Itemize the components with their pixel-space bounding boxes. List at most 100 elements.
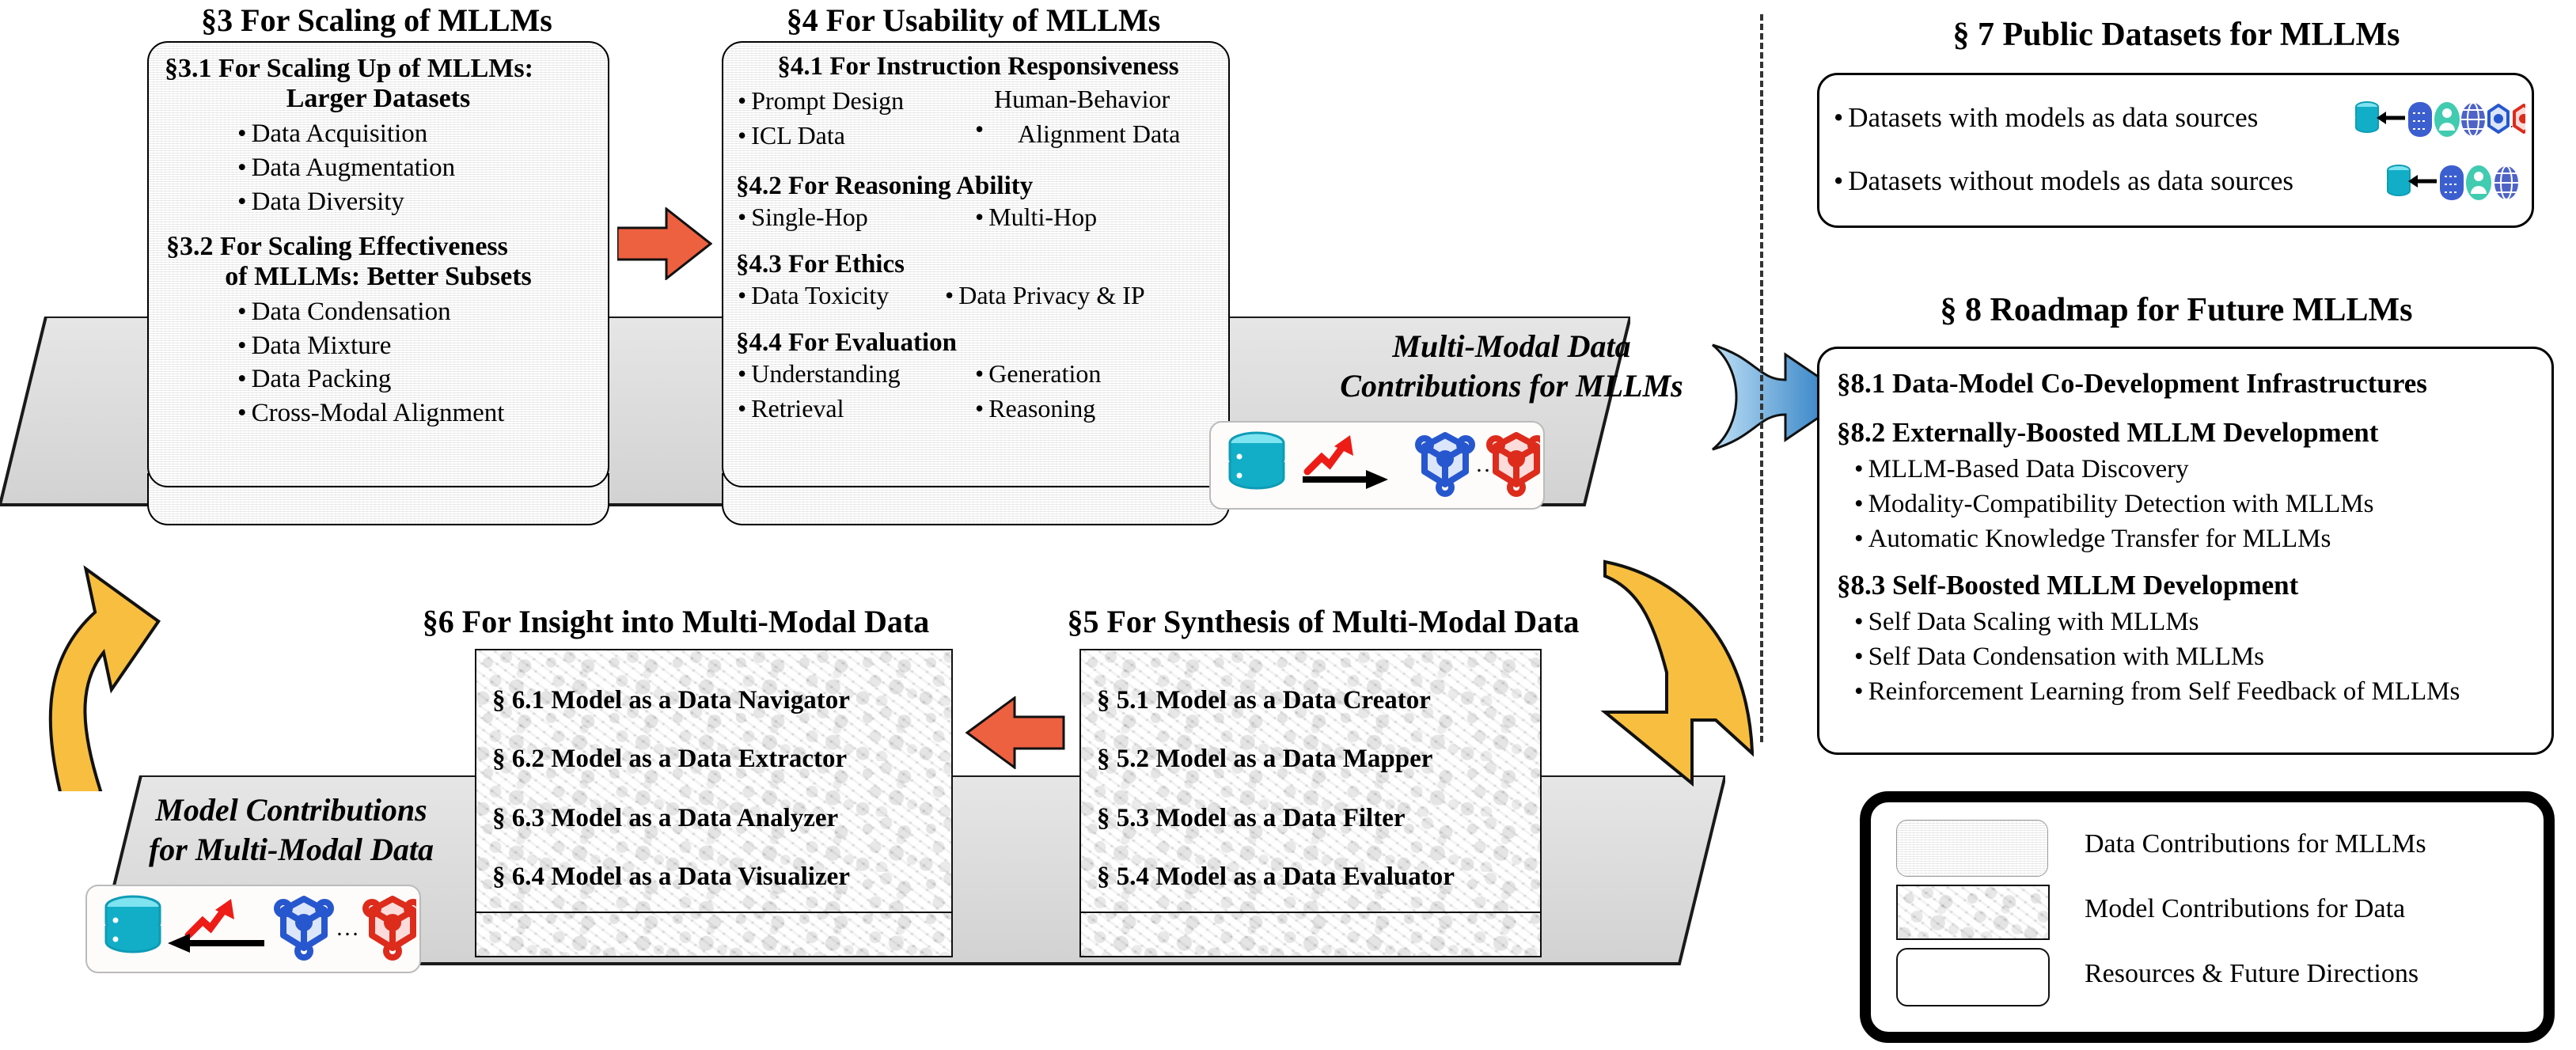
section-6-panel: § 6.1 Model as a Data Navigator § 6.2 Mo… <box>475 649 953 913</box>
legend-label-1: Model Contributions for Data <box>2085 894 2406 923</box>
database-icon <box>2355 101 2379 133</box>
top-band-label-line2: Contributions for MLLMs <box>1340 368 1683 404</box>
list-item: § 6.3 Model as a Data Analyzer <box>492 803 839 832</box>
s4-human-behavior-line1: Human-Behavior <box>994 85 1170 113</box>
s8-sub2-list: MLLM-Based Data Discovery Modality-Compa… <box>1819 452 2551 557</box>
section-4-panel: §4.1 For Instruction Responsiveness Prom… <box>722 41 1230 487</box>
section-5-title: §5 For Synthesis of Multi-Modal Data <box>1067 604 1580 639</box>
list-item: Automatic Knowledge Transfer for MLLMs <box>1854 521 2551 556</box>
bottom-band-icon-card: … <box>85 885 423 973</box>
list-item: Data Augmentation <box>237 151 608 185</box>
top-band-icon-card: … <box>1209 421 1546 510</box>
s5-list: § 5.1 Model as a Data Creator § 5.2 Mode… <box>1081 650 1540 906</box>
top-band-label-line1: Multi-Modal Data <box>1392 328 1631 364</box>
black-left-arrow-icon <box>168 934 264 953</box>
s3-sub2-heading-line2: of MLLMs: Better Subsets <box>225 261 532 291</box>
list-item: § 5.2 Model as a Data Mapper <box>1097 745 1433 774</box>
s4-human-behavior-line2: Alignment Data <box>1018 119 1181 148</box>
list-item: Reinforcement Learning from Self Feedbac… <box>1854 674 2551 709</box>
blue-model-node-icon <box>1415 432 1475 497</box>
s3-sub2-heading-line1: §3.2 For Scaling Effectiveness <box>166 231 508 261</box>
globe-icon <box>2494 165 2518 200</box>
s3-sub2-list: Data Condensation Data Mixture Data Pack… <box>149 295 608 431</box>
section-7-panel: Datasets with models as data sources <box>1817 73 2534 228</box>
s3-sub1-heading-line2: Larger Datasets <box>286 84 471 113</box>
section-8-title: § 8 Roadmap for Future MLLMs <box>1940 292 2413 328</box>
database-icon <box>1228 431 1285 490</box>
s6-list: § 6.1 Model as a Data Navigator § 6.2 Mo… <box>476 650 951 906</box>
red-trend-arrow-icon <box>1303 435 1353 476</box>
red-left-arrow-5-to-6-icon <box>965 696 1065 769</box>
s6-panel-tab <box>475 907 953 957</box>
s8-sub1-heading: §8.1 Data-Model Co-Development Infrastru… <box>1837 368 2427 399</box>
list-item: Reasoning <box>975 394 1095 423</box>
list-item: § 6.4 Model as a Data Visualizer <box>492 862 850 891</box>
database-icon <box>2387 165 2411 196</box>
list-item: Data Privacy & IP <box>945 281 1145 310</box>
yellow-arrow-left-up-icon <box>48 565 161 791</box>
list-item: Data Diversity <box>237 185 608 219</box>
list-item: § 6.1 Model as a Data Navigator <box>492 686 850 715</box>
list-item: § 6.2 Model as a Data Extractor <box>492 745 848 774</box>
red-right-arrow-3-to-4-icon <box>617 207 712 280</box>
list-item: Single-Hop <box>738 203 868 232</box>
s3-sub1-heading-line1: §3.1 For Scaling Up of MLLMs: <box>165 54 533 83</box>
database-icon <box>104 895 161 953</box>
list-item: Data Acquisition <box>237 117 608 151</box>
legend-label-0: Data Contributions for MLLMs <box>2085 829 2426 859</box>
legend-swatch-model-contributions <box>1896 885 2050 940</box>
list-item: § 5.1 Model as a Data Creator <box>1097 686 1431 715</box>
list-item: Generation <box>975 359 1101 389</box>
list-item: Understanding <box>738 359 900 389</box>
red-trend-arrow-icon <box>184 899 234 939</box>
red-model-node-icon <box>1486 432 1546 497</box>
s4-human-behavior-bullet-icon: • <box>975 115 984 143</box>
section-3-panel: §3.1 For Scaling Up of MLLMs: Larger Dat… <box>147 41 609 487</box>
list-item: Modality-Compatibility Detection with ML… <box>1854 487 2551 521</box>
s7-item-0-label: Datasets with models as data sources <box>1834 102 2258 134</box>
list-item: MLLM-Based Data Discovery <box>1854 452 2551 487</box>
s4-sub2-heading: §4.2 For Reasoning Ability <box>736 172 1034 200</box>
s7-row-0-icons: … <box>2355 101 2525 137</box>
section-8-panel: §8.1 Data-Model Co-Development Infrastru… <box>1817 347 2554 755</box>
bottom-band-label-line1: Model Contributions <box>155 792 427 828</box>
globe-icon <box>2461 102 2485 137</box>
s4-sub4-heading: §4.4 For Evaluation <box>736 328 958 357</box>
s4-sub3-heading: §4.3 For Ethics <box>736 250 905 279</box>
person-icon <box>2434 102 2460 137</box>
red-model-node-icon <box>362 896 423 961</box>
black-left-arrow-icon <box>2408 175 2437 188</box>
s7-item-1-label: Datasets without models as data sources <box>1834 165 2293 197</box>
section-7-title: § 7 Public Datasets for MLLMs <box>1952 17 2400 53</box>
list-item: Data Mixture <box>237 329 608 363</box>
list-item: Retrieval <box>738 394 844 423</box>
list-item: Cross-Modal Alignment <box>237 396 608 430</box>
blue-database-icon <box>2440 165 2464 200</box>
list-item: § 5.3 Model as a Data Filter <box>1097 803 1406 832</box>
section-3-title: §3 For Scaling of MLLMs <box>201 2 552 38</box>
list-item: Self Data Condensation with MLLMs <box>1854 639 2551 674</box>
person-icon <box>2466 165 2491 200</box>
blue-model-node-icon <box>2487 104 2510 134</box>
vertical-dashed-divider <box>1760 14 1763 742</box>
list-item: Data Condensation <box>237 295 608 329</box>
section-4-title: §4 For Usability of MLLMs <box>786 2 1161 38</box>
legend-swatch-resources <box>1896 948 2050 1006</box>
s5-panel-tab <box>1079 907 1542 957</box>
legend-box: Data Contributions for MLLMs Model Contr… <box>1860 791 2555 1043</box>
yellow-arrow-right-down-icon <box>1600 559 1754 787</box>
list-item: Data Packing <box>237 362 608 396</box>
black-left-arrow-icon <box>2377 112 2405 124</box>
s4-sub1-heading: §4.1 For Instruction Responsiveness <box>777 52 1179 81</box>
red-model-node-icon <box>2513 104 2525 134</box>
list-item: Self Data Scaling with MLLMs <box>1854 605 2551 639</box>
bottom-band-label-line2: for Multi-Modal Data <box>148 832 434 867</box>
s8-sub2-heading: §8.2 Externally-Boosted MLLM Development <box>1837 417 2379 448</box>
blue-model-node-icon <box>274 896 334 961</box>
list-item: Data Toxicity <box>738 281 889 310</box>
ellipsis-icon: … <box>336 915 359 941</box>
legend-label-2: Resources & Future Directions <box>2085 959 2419 988</box>
list-item: § 5.4 Model as a Data Evaluator <box>1097 862 1455 891</box>
s8-sub3-heading: §8.3 Self-Boosted MLLM Development <box>1837 569 2299 601</box>
s3-sub1-list: Data Acquisition Data Augmentation Data … <box>149 117 608 219</box>
